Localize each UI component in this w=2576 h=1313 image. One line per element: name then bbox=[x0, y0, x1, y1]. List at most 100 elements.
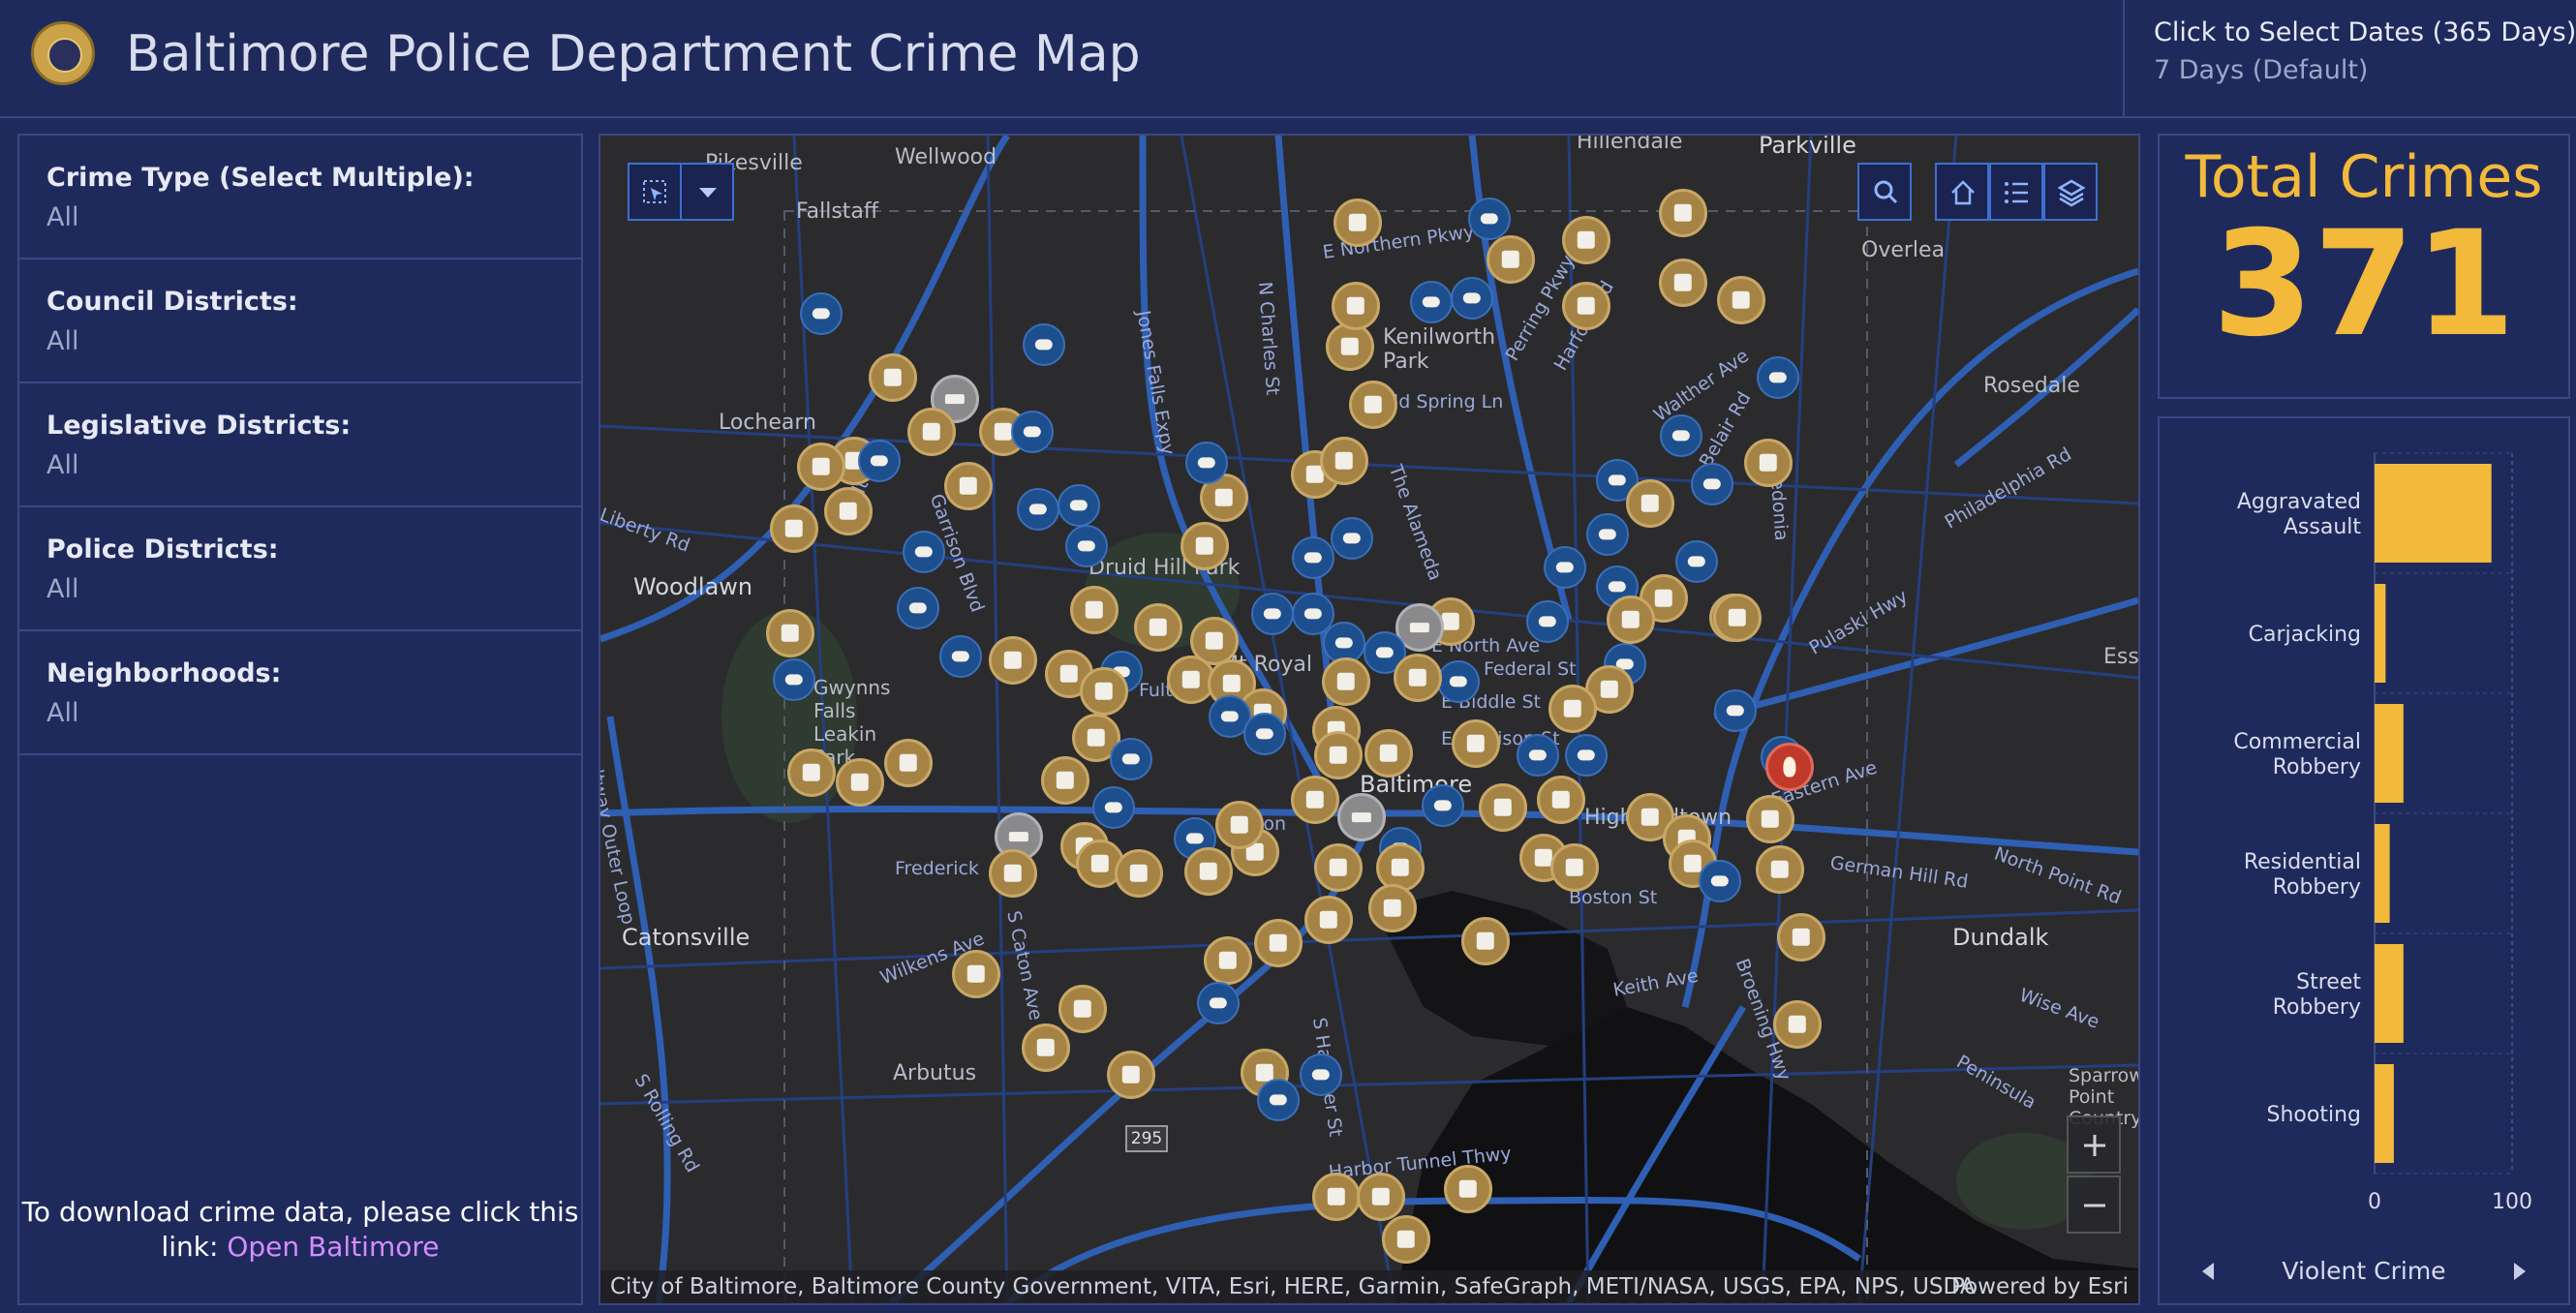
crime-marker[interactable] bbox=[1022, 1023, 1070, 1072]
crime-marker[interactable] bbox=[1184, 847, 1233, 896]
crime-marker[interactable] bbox=[1756, 845, 1804, 894]
crime-marker[interactable] bbox=[1410, 281, 1453, 323]
crime-marker[interactable] bbox=[1251, 593, 1294, 635]
crime-marker[interactable] bbox=[1444, 1165, 1492, 1213]
crime-marker[interactable] bbox=[1110, 738, 1152, 780]
filter-value[interactable]: All bbox=[46, 202, 581, 232]
crime-marker[interactable] bbox=[1757, 356, 1799, 399]
crime-marker[interactable] bbox=[1115, 849, 1163, 898]
crime-marker[interactable] bbox=[903, 531, 945, 573]
crime-marker[interactable] bbox=[1675, 540, 1718, 583]
crime-marker[interactable] bbox=[1744, 439, 1793, 487]
crime-marker[interactable] bbox=[952, 950, 1000, 998]
crime-marker[interactable] bbox=[1565, 734, 1608, 777]
crime-map[interactable]: Pikesville Wellwood Fallstaff Hillendale… bbox=[598, 134, 2140, 1305]
crime-marker[interactable] bbox=[1422, 784, 1464, 827]
crime-marker[interactable] bbox=[1717, 276, 1765, 324]
crime-marker[interactable] bbox=[1461, 917, 1510, 965]
crime-marker[interactable] bbox=[1023, 323, 1065, 366]
crime-marker[interactable] bbox=[989, 849, 1037, 898]
crime-marker[interactable] bbox=[1065, 525, 1108, 567]
filter-police-districts[interactable]: Police Districts: All bbox=[19, 507, 581, 631]
crime-marker[interactable] bbox=[1550, 843, 1599, 892]
home-button[interactable] bbox=[1935, 163, 1989, 221]
crime-marker[interactable] bbox=[1468, 198, 1511, 240]
crime-marker[interactable] bbox=[1394, 654, 1442, 702]
crime-marker[interactable] bbox=[1451, 277, 1493, 320]
crime-marker[interactable] bbox=[1537, 776, 1585, 824]
crime-marker[interactable] bbox=[1544, 546, 1586, 589]
crime-marker[interactable] bbox=[1713, 594, 1762, 642]
crime-marker[interactable] bbox=[797, 443, 845, 491]
chart-bar[interactable] bbox=[2375, 704, 2404, 803]
chart-bar[interactable] bbox=[2375, 584, 2386, 683]
crime-marker[interactable] bbox=[1334, 198, 1382, 247]
crime-marker[interactable] bbox=[897, 587, 939, 629]
crime-marker[interactable] bbox=[770, 504, 818, 553]
crime-marker[interactable] bbox=[1332, 282, 1380, 330]
crime-marker[interactable] bbox=[1517, 734, 1559, 777]
crime-marker[interactable] bbox=[1777, 913, 1825, 962]
crime-marker[interactable] bbox=[1092, 786, 1135, 829]
chart-bar[interactable] bbox=[2375, 824, 2390, 923]
crime-marker[interactable] bbox=[1107, 1051, 1155, 1099]
crime-marker[interactable] bbox=[1626, 479, 1674, 528]
crime-marker[interactable] bbox=[1607, 595, 1655, 644]
chart-bar[interactable] bbox=[2375, 944, 2404, 1043]
crime-marker[interactable] bbox=[907, 408, 956, 456]
crime-marker[interactable] bbox=[1714, 689, 1757, 732]
crime-marker[interactable] bbox=[1254, 919, 1303, 967]
crime-marker[interactable] bbox=[1017, 488, 1059, 531]
crime-marker[interactable] bbox=[1691, 463, 1733, 505]
crime-marker[interactable] bbox=[1337, 793, 1386, 841]
next-arrow-icon[interactable] bbox=[2504, 1257, 2533, 1286]
zoom-out-button[interactable] bbox=[2067, 1176, 2121, 1234]
search-button[interactable] bbox=[1857, 163, 1912, 221]
crime-marker[interactable] bbox=[1487, 235, 1535, 284]
filter-legislative-districts[interactable]: Legislative Districts: All bbox=[19, 383, 581, 507]
crime-marker[interactable] bbox=[944, 462, 993, 510]
crime-type-bar-chart[interactable]: Aggravated AssaultCarjackingCommercial Rob… bbox=[2160, 418, 2568, 1241]
crime-marker[interactable] bbox=[1659, 189, 1707, 237]
crime-marker[interactable] bbox=[1699, 860, 1741, 902]
crime-marker[interactable] bbox=[800, 292, 843, 335]
crime-marker[interactable] bbox=[1322, 657, 1370, 706]
date-selector-title[interactable]: Click to Select Dates (365 Days) bbox=[2154, 17, 2576, 47]
layers-button[interactable] bbox=[2043, 163, 2098, 221]
crime-marker[interactable] bbox=[1660, 414, 1702, 457]
filter-value[interactable]: All bbox=[46, 450, 581, 480]
crime-marker[interactable] bbox=[787, 748, 836, 797]
crime-marker[interactable] bbox=[1041, 756, 1089, 805]
crime-marker[interactable] bbox=[869, 353, 917, 402]
crime-marker[interactable] bbox=[1382, 1215, 1430, 1264]
crime-marker[interactable] bbox=[1300, 1053, 1342, 1096]
crime-marker[interactable] bbox=[773, 658, 815, 701]
crime-marker[interactable] bbox=[1437, 660, 1480, 703]
crime-marker[interactable] bbox=[1562, 216, 1610, 264]
crime-marker[interactable] bbox=[989, 636, 1037, 685]
filter-council-districts[interactable]: Council Districts: All bbox=[19, 260, 581, 383]
crime-marker[interactable] bbox=[1452, 719, 1500, 768]
select-dropdown-button[interactable] bbox=[680, 163, 734, 221]
powered-by-esri[interactable]: Powered by Esri bbox=[1951, 1270, 2129, 1303]
crime-marker[interactable] bbox=[1349, 381, 1397, 429]
crime-marker[interactable] bbox=[1185, 442, 1228, 484]
chart-bar[interactable] bbox=[2375, 1064, 2394, 1163]
crime-marker[interactable] bbox=[1058, 484, 1100, 527]
date-selector-value[interactable]: 7 Days (Default) bbox=[2154, 55, 2576, 85]
crime-marker[interactable] bbox=[1304, 896, 1353, 944]
crime-marker[interactable] bbox=[1586, 513, 1629, 556]
filter-value[interactable]: All bbox=[46, 326, 581, 356]
crime-marker[interactable] bbox=[1326, 322, 1374, 371]
crime-marker[interactable] bbox=[1368, 884, 1417, 932]
crime-marker[interactable] bbox=[884, 739, 933, 787]
crime-marker[interactable] bbox=[1292, 536, 1334, 579]
crime-marker[interactable] bbox=[1562, 282, 1610, 330]
crime-marker[interactable] bbox=[939, 635, 982, 678]
filter-crime-type[interactable]: Crime Type (Select Multiple): All bbox=[19, 136, 581, 260]
open-baltimore-link[interactable]: Open Baltimore bbox=[227, 1231, 439, 1263]
crime-marker[interactable] bbox=[1197, 982, 1240, 1024]
crime-marker[interactable] bbox=[1080, 667, 1128, 716]
crime-marker[interactable] bbox=[1291, 776, 1339, 824]
filter-value[interactable]: All bbox=[46, 698, 581, 728]
